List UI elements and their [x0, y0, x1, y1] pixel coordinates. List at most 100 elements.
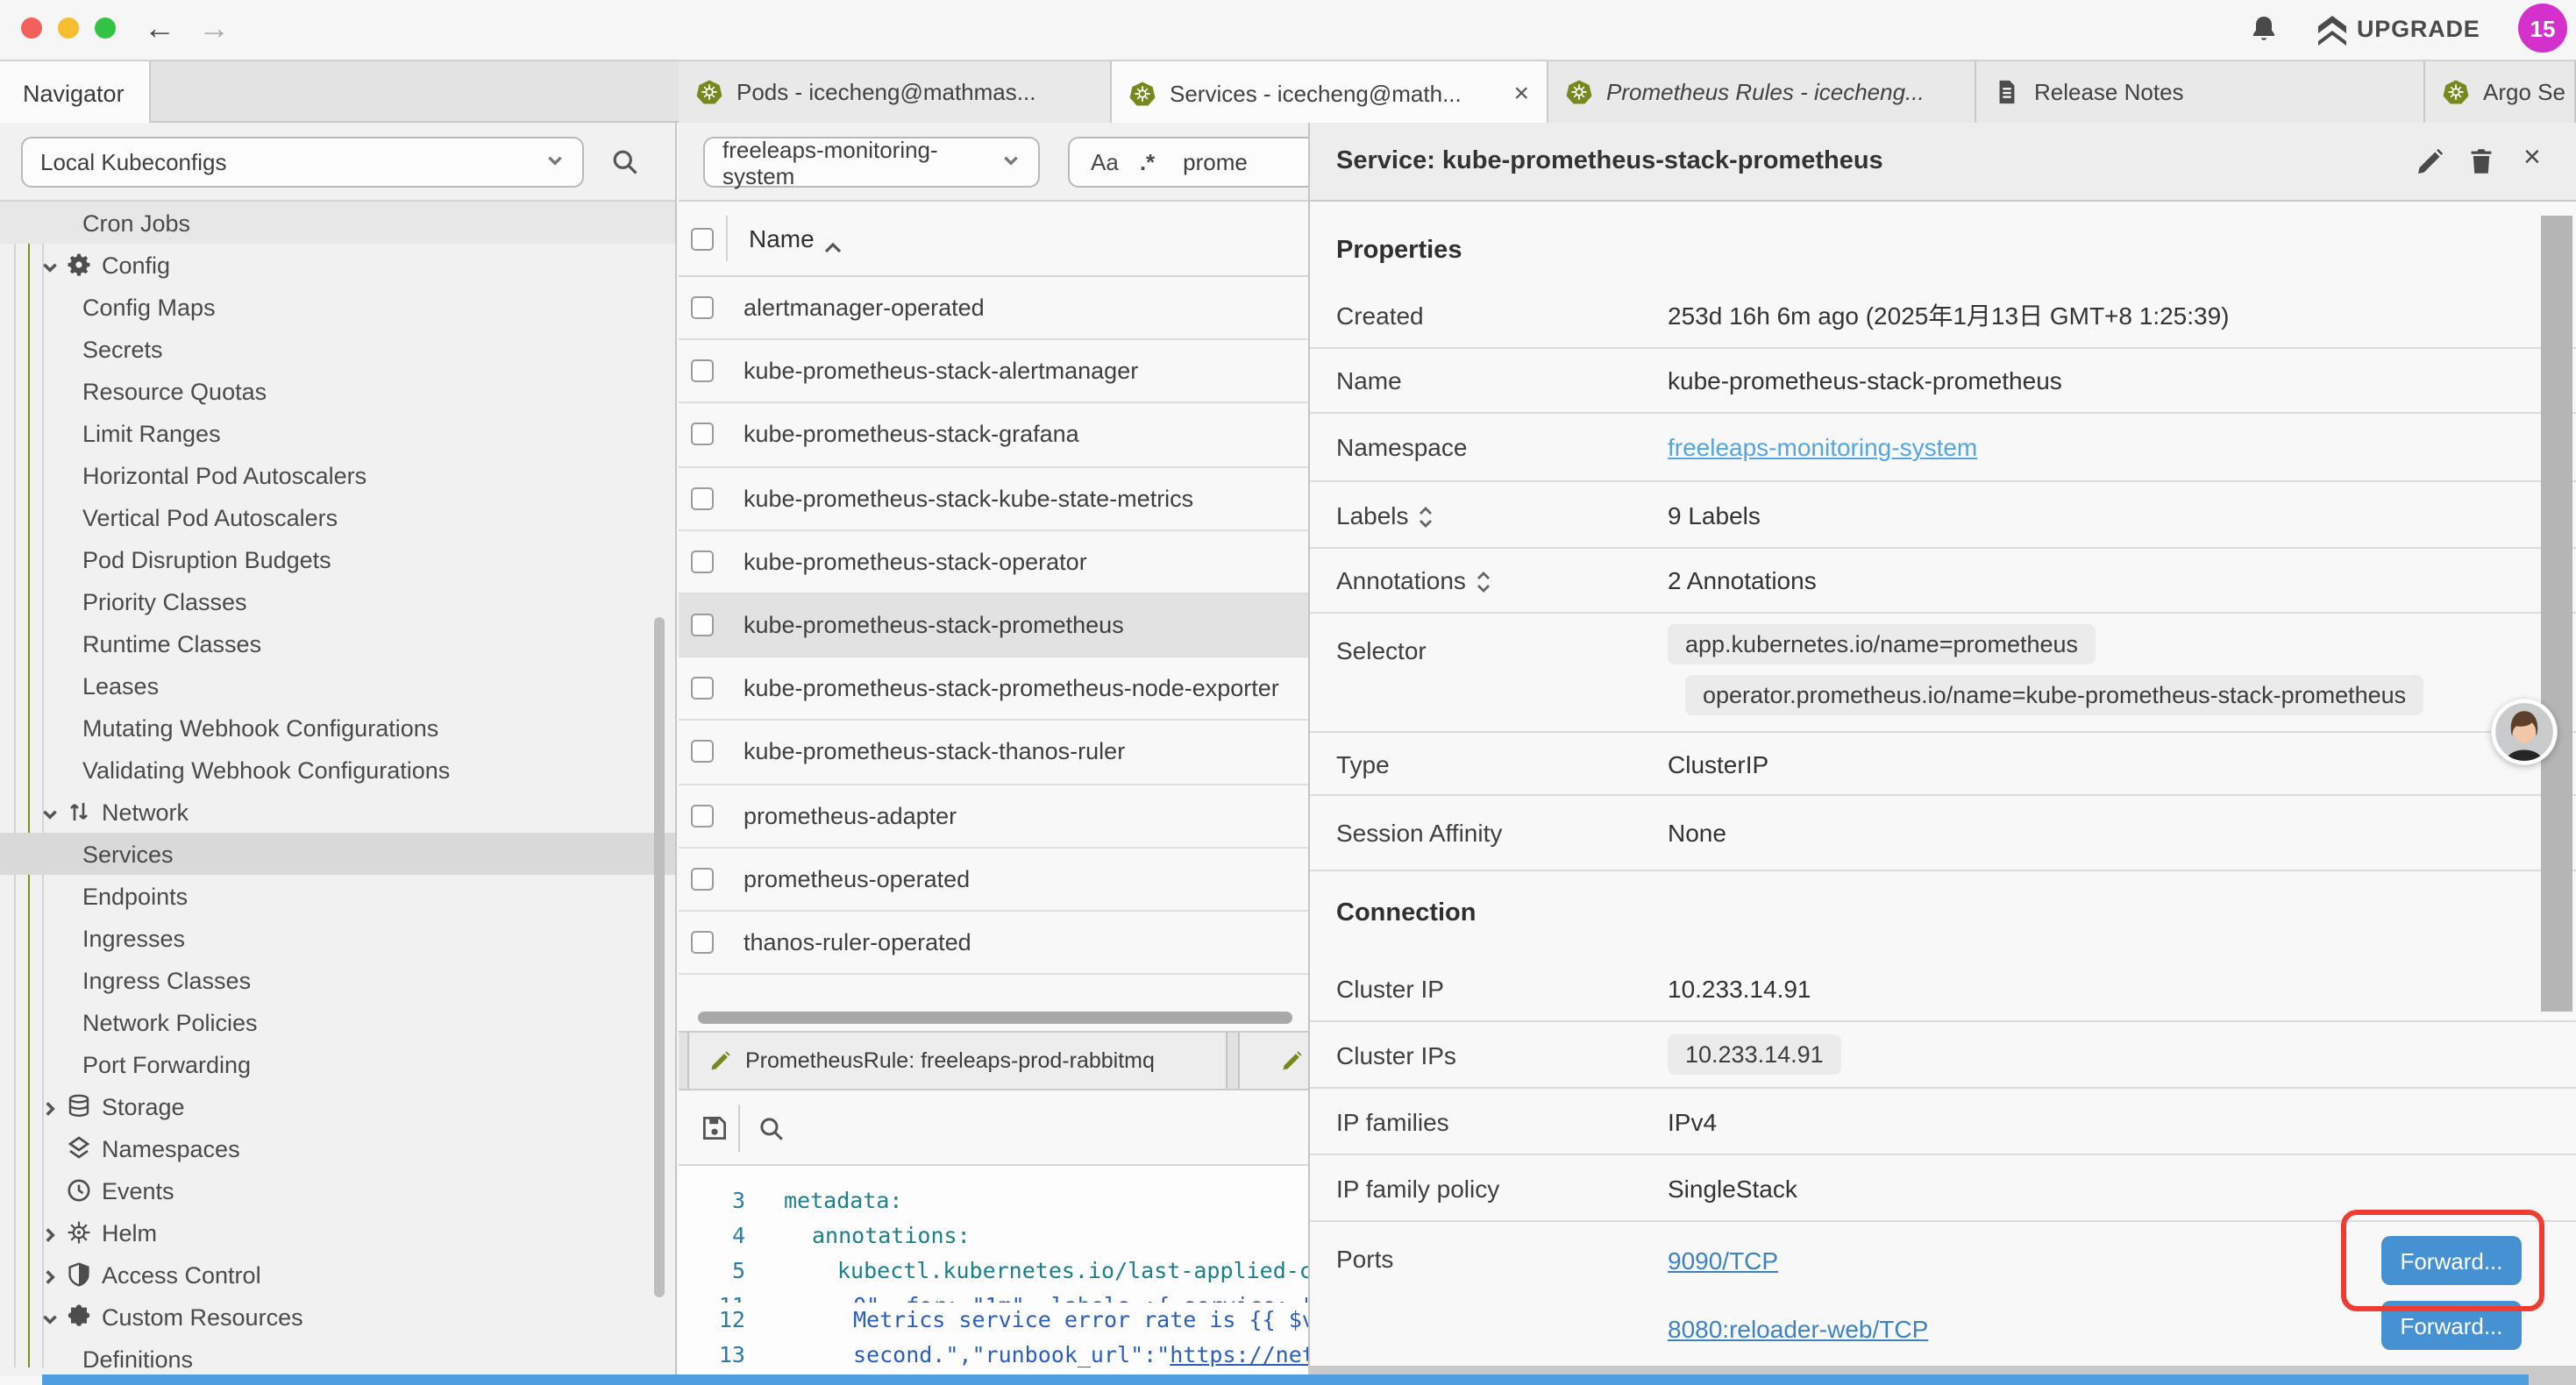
match-case-icon[interactable]: Aa: [1091, 149, 1119, 175]
close-icon[interactable]: ×: [2523, 140, 2551, 168]
sidebar-scrollbar[interactable]: [654, 617, 665, 1297]
row-checkbox[interactable]: [691, 741, 714, 764]
tab-prometheus-rules-icecheng[interactable]: Prometheus Rules - icecheng...: [1548, 61, 1976, 123]
namespace-select[interactable]: freeleaps-monitoring-system: [703, 137, 1040, 188]
sidebar-item-vertical-pod-autoscalers[interactable]: Vertical Pod Autoscalers: [0, 496, 675, 538]
avatar[interactable]: [2490, 698, 2558, 766]
tab-services-icecheng-math[interactable]: Services - icecheng@math...×: [1112, 61, 1548, 124]
table-horizontal-scrollbar[interactable]: [698, 1012, 1292, 1024]
regex-icon[interactable]: .*: [1140, 149, 1155, 175]
sidebar-item-endpoints[interactable]: Endpoints: [0, 875, 675, 917]
sort-ascending-icon[interactable]: [822, 231, 843, 245]
sidebar-item-ingresses[interactable]: Ingresses: [0, 917, 675, 959]
back-arrow-icon[interactable]: ←: [144, 9, 175, 47]
sidebar-item-runtime-classes[interactable]: Runtime Classes: [0, 622, 675, 664]
forward-arrow-icon[interactable]: →: [198, 9, 230, 47]
port-link-8080[interactable]: 8080:reloader-web/TCP: [1668, 1315, 1928, 1343]
chevron-right-icon[interactable]: [40, 1265, 60, 1284]
expand-collapse-icon[interactable]: [1420, 504, 1434, 525]
labels-label: Labels: [1310, 501, 1668, 529]
chevron-down-icon[interactable]: [40, 255, 60, 274]
editor-tab-prometheusrule[interactable]: PrometheusRule: freeleaps-prod-rabbitmq: [687, 1033, 1228, 1089]
sidebar-item-definitions[interactable]: Definitions: [0, 1338, 675, 1376]
tab-navigator[interactable]: Navigator: [0, 61, 151, 124]
ip-families-label: IP families: [1310, 1107, 1668, 1135]
expand-collapse-icon[interactable]: [1477, 570, 1491, 591]
kubeconfig-select[interactable]: Local Kubeconfigs: [21, 137, 584, 188]
name-column-header[interactable]: Name: [749, 224, 815, 252]
sidebar-item-label: Priority Classes: [0, 588, 247, 614]
sidebar-item-services[interactable]: Services: [0, 833, 675, 875]
sidebar-item-network-policies[interactable]: Network Policies: [0, 1001, 675, 1043]
details-scrollbar[interactable]: [2541, 216, 2572, 1012]
port-link-9090[interactable]: 9090/TCP: [1668, 1246, 1778, 1275]
chevron-right-icon[interactable]: [40, 1223, 60, 1242]
sidebar-item-port-forwarding[interactable]: Port Forwarding: [0, 1043, 675, 1085]
sidebar-item-label: Runtime Classes: [0, 630, 261, 657]
sidebar-item-access-control[interactable]: Access Control: [0, 1254, 675, 1296]
editor-search-icon[interactable]: [758, 1115, 786, 1143]
sidebar-item-pod-disruption-budgets[interactable]: Pod Disruption Budgets: [0, 538, 675, 580]
sidebar-item-ingress-classes[interactable]: Ingress Classes: [0, 959, 675, 1001]
row-checkbox[interactable]: [691, 360, 714, 383]
sidebar-item-events[interactable]: Events: [0, 1169, 675, 1211]
tab-argo-se[interactable]: Argo Se: [2425, 61, 2576, 123]
row-checkbox[interactable]: [691, 550, 714, 573]
row-checkbox[interactable]: [691, 296, 714, 319]
sidebar-item-mutating-webhook-configurations[interactable]: Mutating Webhook Configurations: [0, 707, 675, 749]
close-tab-icon[interactable]: ×: [1499, 78, 1529, 108]
row-checkbox[interactable]: [691, 804, 714, 827]
row-checkbox[interactable]: [691, 487, 714, 509]
ip-families-value: IPv4: [1668, 1107, 1717, 1135]
code-url-link[interactable]: https://net: [1170, 1341, 1315, 1367]
sidebar-item-label: Access Control: [0, 1261, 261, 1288]
upgrade-icon[interactable]: [2315, 14, 2350, 46]
sidebar-item-custom-resources[interactable]: Custom Resources: [0, 1296, 675, 1338]
maximize-window-light[interactable]: [95, 18, 116, 39]
chevron-right-icon[interactable]: [40, 1097, 60, 1116]
row-checkbox[interactable]: [691, 868, 714, 891]
sidebar-item-config[interactable]: Config: [0, 244, 675, 286]
chevron-down-icon[interactable]: [40, 1307, 60, 1326]
close-window-light[interactable]: [21, 18, 42, 39]
session-affinity-value: None: [1668, 819, 1726, 847]
upgrade-button[interactable]: UPGRADE: [2357, 16, 2480, 42]
sidebar-item-label: Limit Ranges: [0, 420, 221, 446]
row-checkbox[interactable]: [691, 677, 714, 700]
edit-icon[interactable]: [2416, 147, 2444, 175]
sidebar-item-helm[interactable]: Helm: [0, 1211, 675, 1254]
sidebar-item-secrets[interactable]: Secrets: [0, 328, 675, 370]
namespace-link[interactable]: freeleaps-monitoring-system: [1668, 433, 1977, 461]
sidebar-item-validating-webhook-configurations[interactable]: Validating Webhook Configurations: [0, 749, 675, 791]
save-icon[interactable]: [701, 1115, 728, 1141]
minimize-window-light[interactable]: [58, 18, 79, 39]
sidebar-item-cron-jobs[interactable]: Cron Jobs: [0, 202, 675, 244]
sidebar-item-config-maps[interactable]: Config Maps: [0, 286, 675, 328]
bell-icon[interactable]: [2248, 14, 2280, 46]
sidebar-item-limit-ranges[interactable]: Limit Ranges: [0, 412, 675, 454]
notification-badge[interactable]: 15: [2518, 4, 2567, 53]
sidebar-item-horizontal-pod-autoscalers[interactable]: Horizontal Pod Autoscalers: [0, 454, 675, 496]
sidebar-item-label: Pod Disruption Budgets: [0, 546, 331, 572]
row-checkbox[interactable]: [691, 423, 714, 446]
cluster-ips-label: Cluster IPs: [1310, 1041, 1668, 1069]
sidebar-item-leases[interactable]: Leases: [0, 664, 675, 707]
trash-icon[interactable]: [2467, 147, 2495, 175]
kubeconfig-select-value: Local Kubeconfigs: [40, 149, 227, 175]
sidebar-item-priority-classes[interactable]: Priority Classes: [0, 580, 675, 622]
sidebar-item-resource-quotas[interactable]: Resource Quotas: [0, 370, 675, 412]
tab-pods-icecheng-mathmas[interactable]: Pods - icecheng@mathmas...: [679, 61, 1112, 123]
sidebar-item-storage[interactable]: Storage: [0, 1085, 675, 1127]
annotation-highlight-box: [2341, 1210, 2544, 1311]
row-checkbox[interactable]: [691, 614, 714, 636]
tab-release-notes[interactable]: Release Notes: [1976, 61, 2425, 123]
kubernetes-icon: [1566, 79, 1592, 105]
sidebar-search-icon[interactable]: [610, 147, 640, 177]
sidebar-item-namespaces[interactable]: Namespaces: [0, 1127, 675, 1169]
sidebar-item-network[interactable]: Network: [0, 791, 675, 833]
select-all-checkbox[interactable]: [691, 228, 714, 251]
row-checkbox[interactable]: [691, 931, 714, 954]
navigator-tab-label: Navigator: [23, 80, 125, 106]
chevron-down-icon[interactable]: [40, 802, 60, 821]
tab-label: Argo Se: [2483, 79, 2565, 105]
